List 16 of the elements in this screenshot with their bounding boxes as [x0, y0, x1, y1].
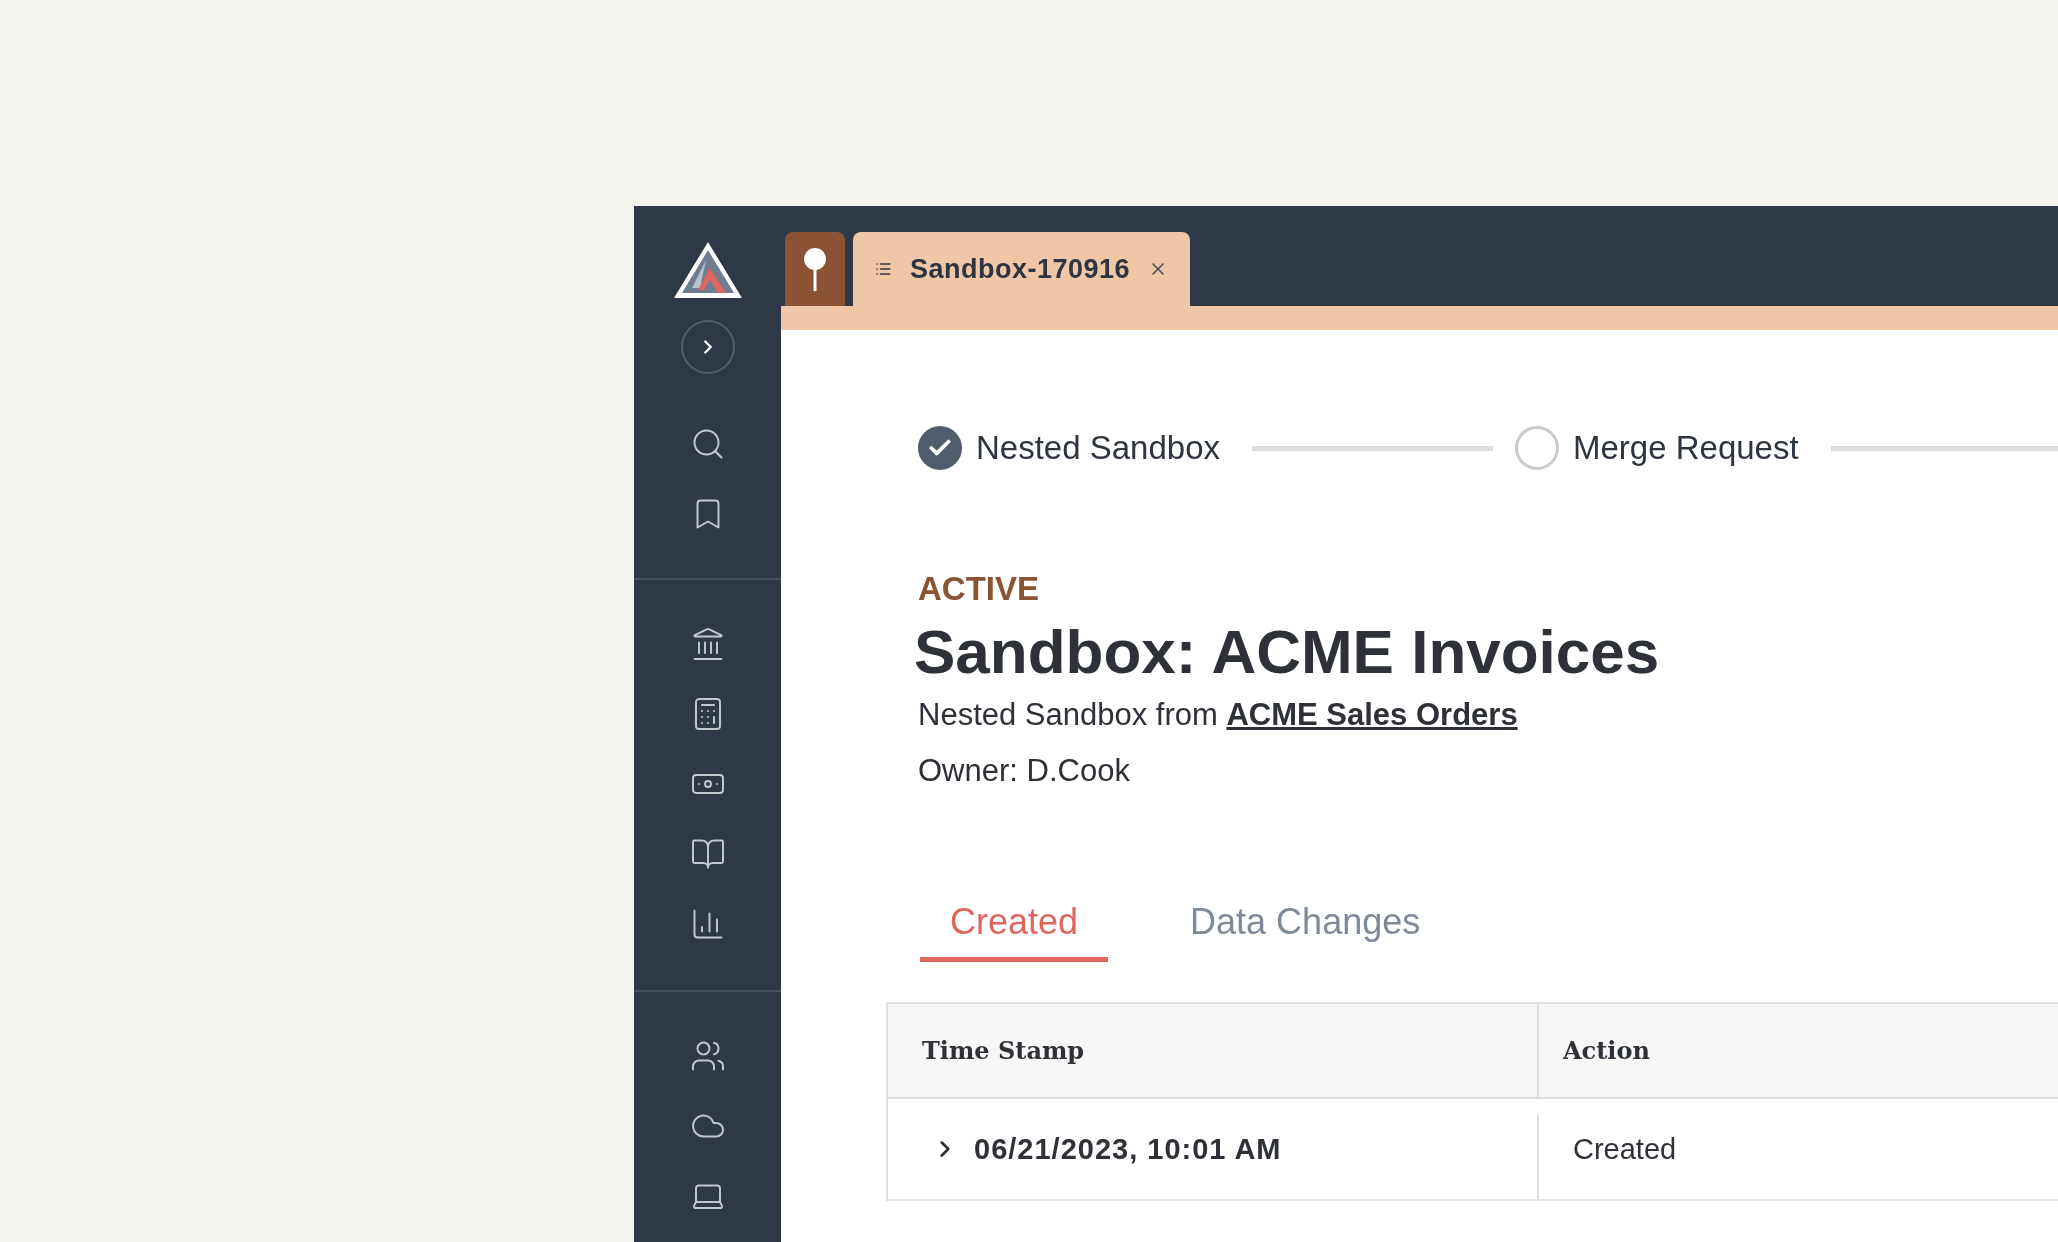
document-tab[interactable]: Sandbox-170916: [853, 232, 1190, 306]
subtitle-text: Nested Sandbox from: [918, 697, 1218, 732]
tab[interactable]: Data Changes: [1160, 901, 1451, 962]
page-title: Sandbox: ACME Invoices: [914, 616, 1661, 687]
action-cell: Created: [1537, 1115, 2058, 1199]
column-header: Action: [1537, 1004, 2058, 1097]
owner-text: Owner: D.Cook: [918, 753, 1131, 789]
step-label: Nested Sandbox: [976, 429, 1220, 467]
source-link[interactable]: ACME Sales Orders: [1226, 697, 1518, 732]
column-header: Time Stamp: [921, 1035, 1086, 1067]
pin-tab[interactable]: [785, 232, 845, 306]
tab-title: Sandbox-170916: [909, 253, 1130, 285]
step-label: Merge Request: [1573, 429, 1799, 467]
status-label: ACTIVE: [918, 570, 1040, 608]
pin-icon: [803, 247, 827, 291]
timestamp-cell: 06/21/2023, 10:01 AM: [974, 1132, 1282, 1166]
